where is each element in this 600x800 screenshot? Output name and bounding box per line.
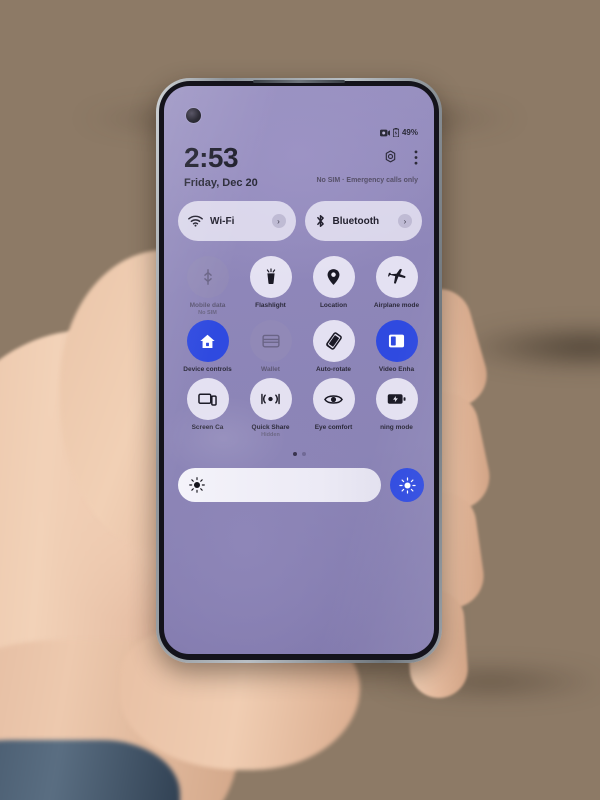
mobile-data-icon — [186, 256, 229, 298]
auto-rotate-icon — [312, 320, 355, 363]
auto-brightness-icon — [398, 476, 416, 494]
video-enhance-icon — [375, 320, 418, 363]
earpiece-speaker — [253, 80, 345, 83]
tile-label: Wallet — [261, 366, 280, 374]
wifi-pill[interactable]: Wi-Fi › — [178, 201, 296, 241]
tile-video-enhancer[interactable]: Video Enha — [365, 320, 428, 374]
tile-label: Device controls — [183, 366, 232, 374]
wifi-icon — [188, 215, 203, 227]
wifi-pill-label: Wi-Fi — [210, 215, 235, 227]
tile-screen-cast[interactable]: Screen Ca — [176, 378, 239, 438]
tile-label: Flashlight — [255, 302, 286, 309]
screen-cast-icon — [186, 378, 229, 421]
screen-record-icon — [379, 129, 390, 136]
carrier-status-label: No SIM · Emergency calls only — [316, 177, 418, 184]
tile-device-controls[interactable]: Device controls — [176, 320, 239, 374]
quick-share-icon — [249, 378, 292, 421]
front-camera-punch-hole — [186, 108, 201, 123]
tile-mobile-data[interactable]: Mobile data No SIM — [176, 256, 239, 316]
wallet-icon — [249, 320, 292, 363]
connectivity-pills: Wi-Fi › Bluetooth › — [178, 201, 422, 241]
brightness-row — [178, 468, 424, 502]
page-dot-2[interactable] — [301, 452, 306, 456]
tile-label: Eye comfort — [314, 424, 353, 432]
home-icon — [186, 320, 229, 363]
tile-flashlight[interactable]: Flashlight — [239, 256, 302, 316]
header-actions — [383, 150, 418, 165]
status-bar: 49% — [379, 128, 418, 137]
tile-label: Mobile data — [189, 302, 226, 309]
tile-auto-rotate[interactable]: Auto-rotate — [302, 320, 365, 374]
battery-percent-label: 49% — [401, 128, 418, 137]
brightness-slider[interactable] — [178, 468, 381, 502]
quick-settings-grid: Mobile data No SIM Flashlight Location A… — [176, 256, 428, 438]
bluetooth-chevron-icon[interactable]: › — [398, 214, 412, 228]
page-indicator — [164, 452, 434, 456]
panel-header: 2:53 Friday, Dec 20 No SIM · Emergency c… — [184, 144, 420, 190]
tile-label: Video Enha — [378, 366, 415, 374]
tile-airplane-mode[interactable]: Airplane mode — [365, 256, 428, 316]
airplane-icon — [375, 256, 418, 298]
tile-wallet[interactable]: Wallet — [239, 320, 302, 374]
flashlight-icon — [249, 256, 292, 298]
tile-sublabel: No SIM — [198, 310, 217, 317]
phone-screen[interactable]: 49% 2:53 Friday, Dec 20 No SIM · Emergen… — [164, 86, 434, 654]
tile-charging-mode[interactable]: ning mode — [365, 378, 428, 438]
page-dot-1[interactable] — [292, 452, 297, 456]
bluetooth-icon — [316, 215, 324, 227]
bluetooth-pill-label: Bluetooth — [332, 215, 380, 227]
tile-quick-share[interactable]: Quick Share Hidden — [239, 378, 302, 438]
tile-location[interactable]: Location — [302, 256, 365, 316]
gear-icon[interactable] — [383, 150, 398, 165]
tile-label: ning mode — [380, 424, 413, 432]
location-pin-icon — [312, 256, 355, 298]
tile-label: Location — [319, 302, 348, 309]
tile-label: Screen Ca — [191, 424, 224, 432]
more-vertical-icon[interactable] — [414, 150, 418, 165]
tile-sublabel: Hidden — [261, 432, 280, 439]
bluetooth-pill[interactable]: Bluetooth › — [304, 201, 422, 241]
tile-label: Airplane mode — [373, 302, 420, 309]
eye-comfort-icon — [312, 378, 355, 421]
tile-label: Auto-rotate — [315, 366, 352, 374]
wifi-chevron-icon[interactable]: › — [271, 214, 286, 228]
smartphone: 49% 2:53 Friday, Dec 20 No SIM · Emergen… — [156, 78, 442, 663]
battery-saver-icon — [392, 128, 399, 137]
brightness-icon — [189, 477, 205, 493]
auto-brightness-button[interactable] — [390, 468, 424, 502]
tile-label: Quick Share — [251, 424, 290, 432]
tile-eye-comfort[interactable]: Eye comfort — [302, 378, 365, 438]
charging-mode-icon — [375, 378, 418, 421]
